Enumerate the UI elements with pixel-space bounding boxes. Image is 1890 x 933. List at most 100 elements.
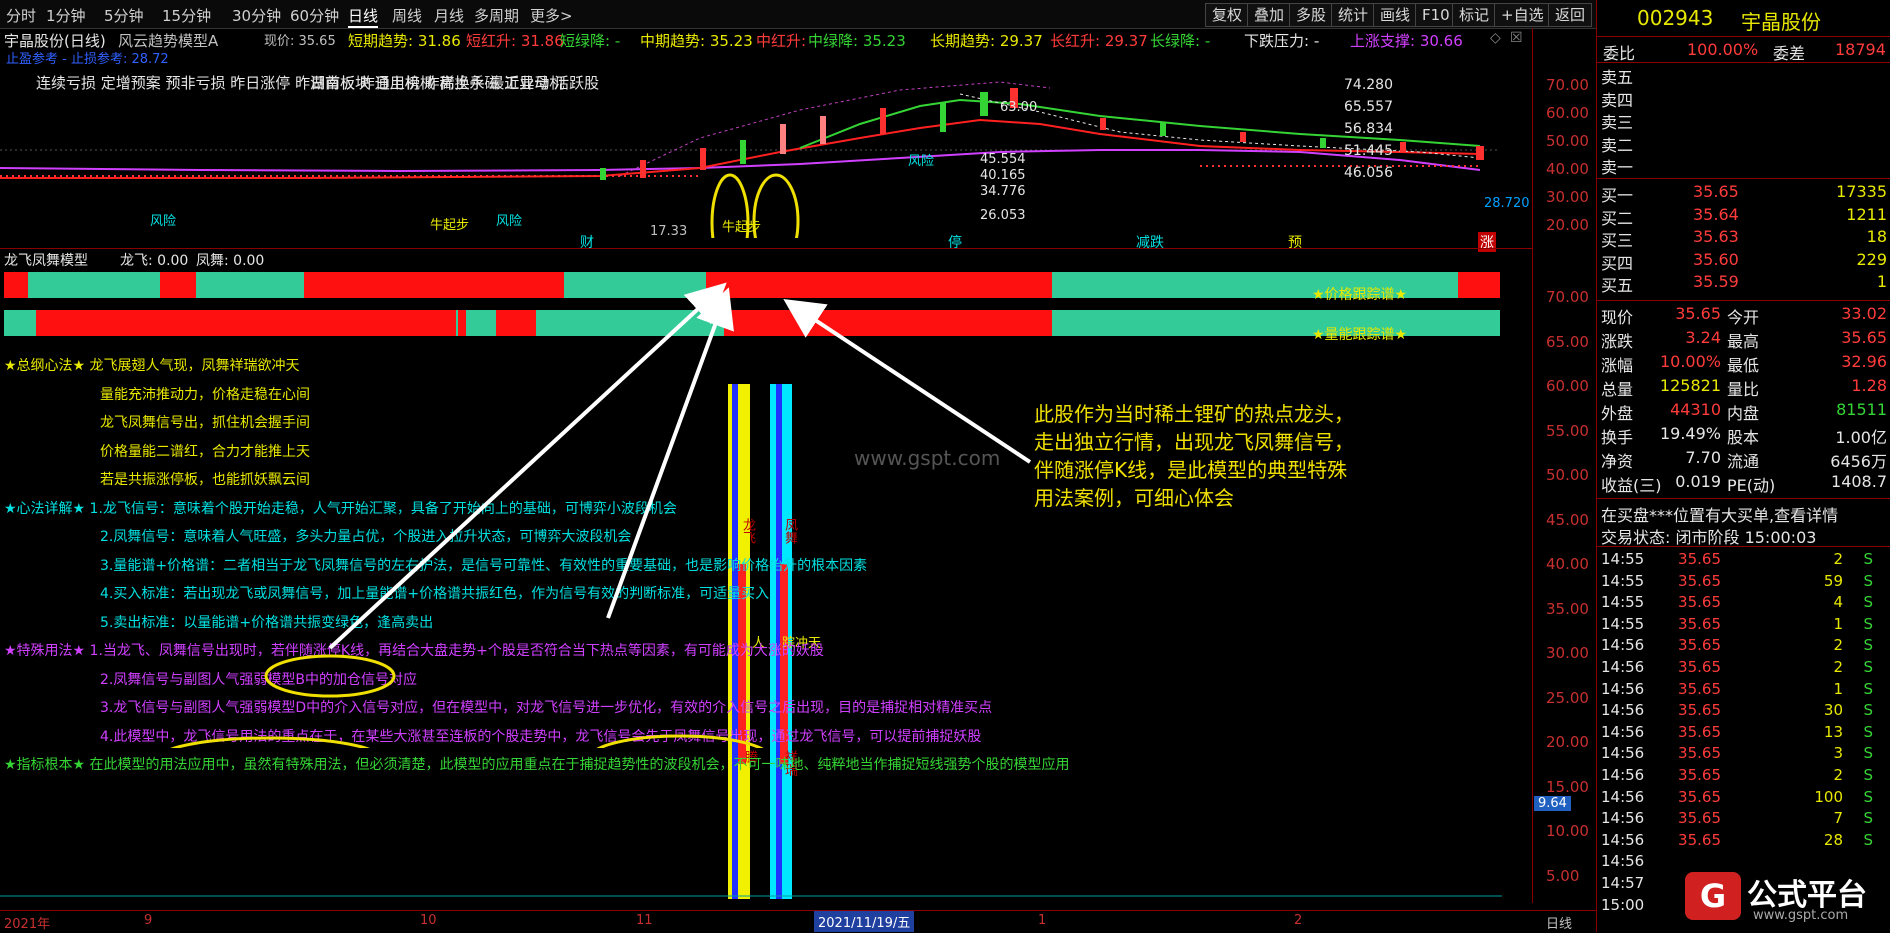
indicator-y-tick: 35.00 (1546, 599, 1589, 618)
y-tick: 40.00 (1546, 160, 1589, 178)
date-label: 1 (1038, 913, 1047, 928)
period-minute[interactable]: 分时 (6, 5, 36, 26)
tick-side: S (1863, 701, 1873, 720)
tick-side: S (1863, 571, 1873, 590)
stat-label: 最低 (1727, 356, 1760, 375)
period-week[interactable]: 周线 (392, 5, 422, 26)
period-toolbar: 分时 1分钟 5分钟 15分钟 30分钟 60分钟 日线 周线 月线 多周期 更… (0, 0, 1596, 29)
period-month[interactable]: 月线 (434, 5, 464, 26)
candle (640, 160, 646, 178)
chart-area[interactable]: 宇晶股份(日线) 风云趋势模型A 现价: 35.65 短期趋势: 31.86 短… (0, 28, 1589, 903)
f10-button[interactable]: F10 (1415, 3, 1457, 27)
stat-label: 今开 (1727, 308, 1760, 327)
period-day[interactable]: 日线 (348, 5, 379, 28)
mark-button[interactable]: 标记 (1452, 3, 1497, 27)
event-marker[interactable]: 涨 (1478, 232, 1496, 252)
stat-value: 10.00% (1659, 352, 1721, 371)
stock-name: 宇晶股份 (1741, 10, 1821, 34)
tick-side: S (1863, 550, 1873, 568)
stat-value: 1408.7 (1831, 472, 1887, 491)
price-level-labels: 74.280 65.557 56.834 51.445 46.056 (1344, 74, 1393, 184)
rule-line: ★指标根本★ 在此模型的用法应用中，虽然有特殊用法，但必须清楚，此模型的应用重点… (4, 757, 1070, 773)
tick-side: S (1863, 614, 1873, 633)
book-price: 35.64 (1693, 204, 1739, 224)
big-order-notice[interactable]: 在买盘***位置有大买单,查看详情 (1601, 502, 1838, 526)
weicha-value: 18794 (1835, 40, 1886, 59)
weicha-label: 委差 (1773, 44, 1806, 63)
arrow (606, 287, 734, 619)
book-volume: 229 (1856, 249, 1887, 269)
logo-mark-letter: G (1699, 877, 1727, 915)
stat-value: 19.49% (1659, 424, 1721, 443)
y-tick: 50.00 (1546, 132, 1589, 150)
candle (1476, 146, 1484, 160)
stat-label: 收益(三) (1601, 476, 1662, 495)
stat-value: 35.65 (1841, 328, 1887, 347)
period-more[interactable]: 更多> (530, 5, 573, 26)
back-button[interactable]: 返回 (1548, 3, 1593, 27)
date-label: 10 (420, 913, 437, 928)
period-1min[interactable]: 1分钟 (46, 5, 86, 26)
period-multi[interactable]: 多周期 (474, 5, 519, 26)
indicator-y-tick: 15.00 (1546, 777, 1589, 796)
book-label: 卖三 (1601, 113, 1634, 132)
event-marker[interactable]: 预 (1288, 232, 1302, 252)
logo-url: www.gspt.com (1753, 908, 1849, 923)
tick-time: 14:56 (1601, 722, 1645, 741)
restore-right-button[interactable]: 复权 (1205, 3, 1250, 27)
indicator-current-value: 9.64 (1534, 796, 1571, 811)
tick-time: 14:56 (1601, 852, 1645, 871)
tick-price: 35.65 (1678, 744, 1721, 763)
draw-line-button[interactable]: 画线 (1373, 3, 1418, 27)
multi-stock-button[interactable]: 多股 (1289, 3, 1334, 27)
candle (1160, 122, 1166, 136)
tick-volume: 4 (1833, 593, 1843, 612)
add-watchlist-button[interactable]: +自选 (1494, 3, 1551, 27)
tick-side: S (1863, 722, 1873, 741)
overlay-button[interactable]: 叠加 (1247, 3, 1292, 27)
period-30min[interactable]: 30分钟 (232, 5, 281, 26)
stat-value: 35.65 (1675, 304, 1721, 323)
event-marker[interactable]: 减跌 (1136, 232, 1164, 252)
period-60min[interactable]: 60分钟 (290, 5, 339, 26)
tick-volume: 2 (1833, 636, 1843, 655)
stat-value: 44310 (1670, 400, 1721, 419)
tick-price: 35.65 (1678, 679, 1721, 698)
tick-time: 14:56 (1601, 679, 1645, 698)
tick-price: 35.65 (1678, 593, 1721, 612)
statistics-button[interactable]: 统计 (1331, 3, 1376, 27)
kline-mark: 风险 (908, 154, 935, 169)
indicator-y-tick: 60.00 (1546, 377, 1589, 395)
indicator-y-tick: 70.00 (1546, 288, 1589, 306)
tick-volume: 28 (1823, 830, 1843, 849)
candle (1320, 138, 1326, 148)
period-label: 日线 (1546, 917, 1573, 932)
period-15min[interactable]: 15分钟 (162, 5, 211, 26)
tick-price: 35.65 (1678, 830, 1721, 849)
indicator-y-tick: 55.00 (1546, 421, 1589, 440)
tick-side: S (1863, 658, 1873, 676)
candle (980, 92, 988, 116)
y-tick: 20.00 (1546, 216, 1589, 234)
candle (1400, 142, 1406, 152)
last-price-tag: 28.720 (1484, 196, 1530, 211)
stat-label: 股本 (1727, 428, 1760, 447)
stat-label: 涨幅 (1601, 356, 1634, 375)
right-axis (1532, 28, 1533, 903)
stat-value: 125821 (1659, 376, 1721, 395)
kline-mark: 风险 (150, 214, 177, 229)
period-5min[interactable]: 5分钟 (104, 5, 144, 26)
indicator-y-tick: 20.00 (1546, 733, 1589, 751)
book-label: 卖四 (1601, 90, 1634, 110)
tick-time: 14:56 (1601, 830, 1645, 849)
tick-volume: 2 (1833, 658, 1843, 676)
indicator-y-tick: 30.00 (1546, 644, 1589, 662)
tick-side: S (1863, 766, 1873, 784)
cursor-date: 2021/11/19/五 (814, 911, 915, 932)
tick-volume: 7 (1833, 809, 1843, 828)
book-label: 买二 (1601, 208, 1634, 228)
book-label: 买四 (1601, 253, 1634, 273)
tick-volume: 13 (1823, 722, 1843, 741)
tick-price: 35.65 (1678, 571, 1721, 590)
price-level-label: 26.053 (980, 208, 1026, 223)
